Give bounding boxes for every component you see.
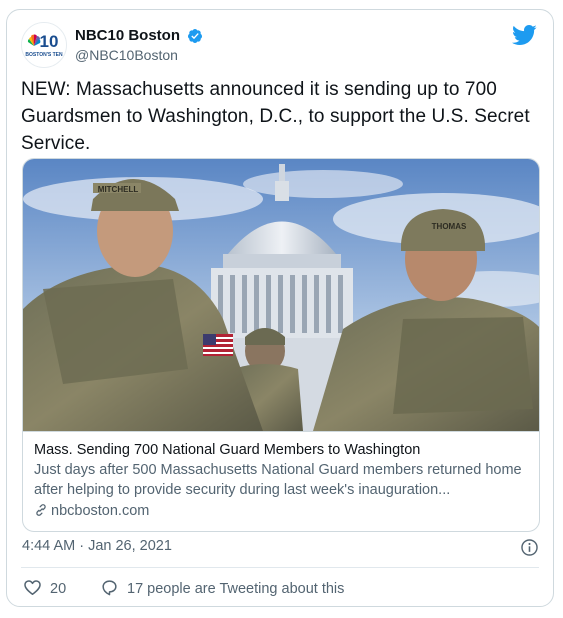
nbc-peacock-logo-icon: 10 BOSTON'S TEN: [22, 23, 66, 67]
name-patch-left: MITCHELL: [98, 185, 139, 194]
logo-number: 10: [40, 32, 59, 51]
link-icon: [36, 504, 46, 516]
link-domain: nbcboston.com: [51, 503, 150, 519]
link-preview-card[interactable]: MITCHELL THOMAS Mass. Sending 700 Nation…: [22, 158, 540, 532]
like-button[interactable]: 20: [23, 578, 66, 597]
user-handle[interactable]: @NBC10Boston: [75, 46, 203, 65]
conversation-label: 17 people are Tweeting about this: [127, 581, 345, 597]
article-photo: MITCHELL THOMAS: [23, 159, 539, 432]
tweet-text: NEW: Massachusetts announced it is sendi…: [21, 79, 530, 154]
tweet-header: 10 BOSTON'S TEN NBC10 Boston @NBC10Bosto…: [21, 22, 539, 70]
name-patch-right: THOMAS: [432, 222, 467, 231]
reply-bubble-icon: [102, 580, 117, 596]
tweet-embed-card: 10 BOSTON'S TEN NBC10 Boston @NBC10Bosto…: [6, 9, 554, 607]
divider: [21, 567, 539, 568]
twitter-bird-icon[interactable]: [511, 24, 537, 46]
author-block: NBC10 Boston @NBC10Boston: [75, 26, 203, 65]
logo-tagline: BOSTON'S TEN: [25, 52, 63, 58]
heart-icon: [24, 580, 41, 595]
avatar[interactable]: 10 BOSTON'S TEN: [21, 22, 67, 68]
like-count: 20: [50, 581, 67, 597]
link-card-description: Just days after 500 Massachusetts Nation…: [34, 462, 522, 498]
link-card-domain-row: nbcboston.com: [34, 501, 530, 521]
link-card-title[interactable]: Mass. Sending 700 National Guard Members…: [34, 440, 530, 460]
link-card-text: Mass. Sending 700 National Guard Members…: [34, 440, 530, 521]
verified-badge-icon: [188, 28, 203, 43]
info-icon[interactable]: [520, 538, 539, 557]
tweet-timestamp[interactable]: 4:44 AM · Jan 26, 2021: [22, 538, 172, 554]
display-name[interactable]: NBC10 Boston: [75, 26, 180, 45]
conversation-link[interactable]: 17 people are Tweeting about this: [100, 578, 344, 597]
